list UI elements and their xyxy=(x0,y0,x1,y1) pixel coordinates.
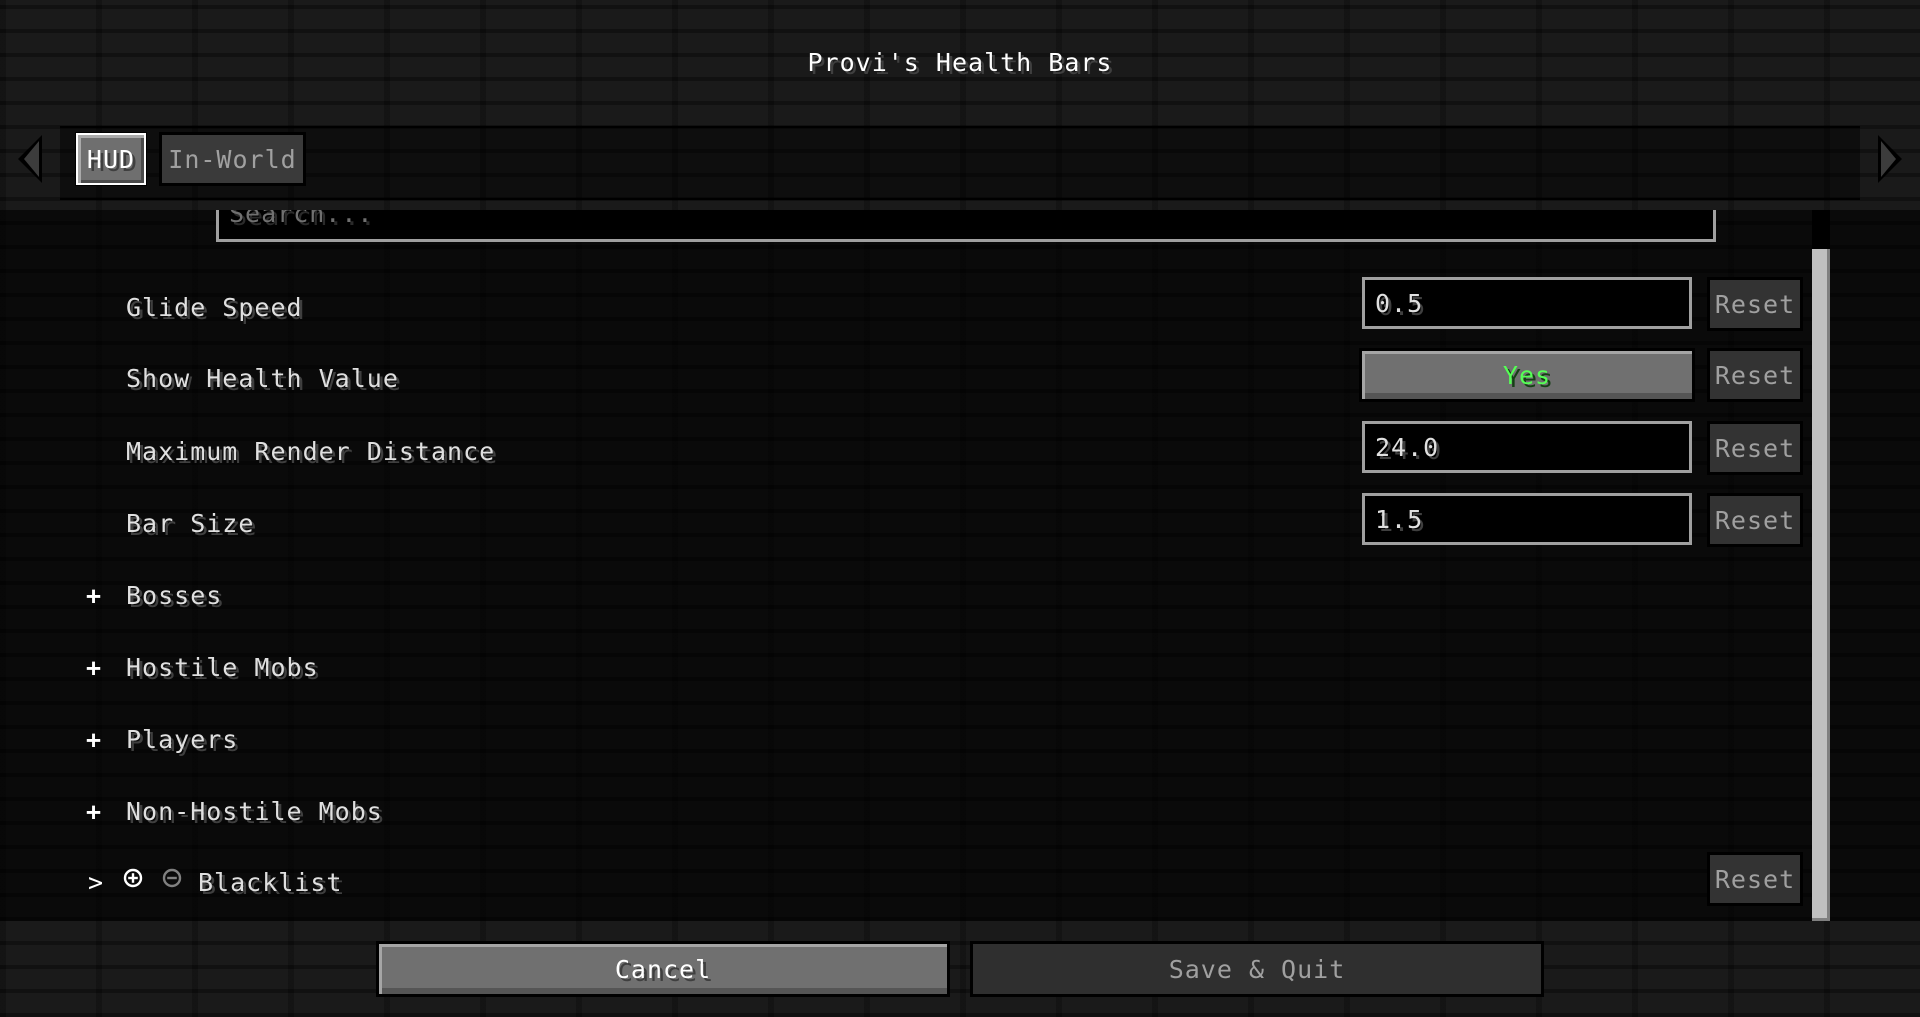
option-row-bar-size: Bar Size 1.5 Reset xyxy=(0,493,1810,553)
expand-plus-icon[interactable]: + xyxy=(86,581,102,610)
tab-in-world-label: In-World xyxy=(168,144,297,174)
remove-circle-icon[interactable] xyxy=(162,868,182,888)
field-value: 24.0 xyxy=(1375,432,1440,462)
field-value: 0.5 xyxy=(1375,288,1424,318)
expand-plus-icon[interactable]: + xyxy=(86,797,102,826)
options-list: Search... Glide Speed 0.5 Reset Show Hea… xyxy=(0,210,1920,921)
option-label: Show Health Value xyxy=(126,364,399,393)
chevron-right-icon[interactable]: > xyxy=(88,868,104,897)
search-input[interactable]: Search... xyxy=(216,210,1716,242)
scrollbar-thumb[interactable] xyxy=(1812,249,1830,921)
add-circle-icon[interactable] xyxy=(123,868,143,888)
reset-button[interactable]: Reset xyxy=(1707,277,1803,331)
category-bosses[interactable]: + Bosses xyxy=(0,565,1810,625)
reset-label: Reset xyxy=(1714,433,1796,463)
field-value: 1.5 xyxy=(1375,504,1424,534)
category-label: Bosses xyxy=(126,581,223,610)
arrow-left-icon[interactable] xyxy=(12,132,48,186)
category-label: Players xyxy=(126,725,239,754)
option-row-glide-speed: Glide Speed 0.5 Reset xyxy=(0,277,1810,337)
glide-speed-field[interactable]: 0.5 xyxy=(1362,277,1692,329)
tab-hud[interactable]: HUD xyxy=(75,132,147,186)
tab-bar xyxy=(60,126,1860,200)
search-placeholder: Search... xyxy=(229,210,374,228)
option-label: Bar Size xyxy=(126,509,255,538)
show-health-value-toggle[interactable]: Yes xyxy=(1359,348,1695,402)
reset-button[interactable]: Reset xyxy=(1707,348,1803,402)
cancel-label: Cancel xyxy=(614,954,712,984)
tab-in-world[interactable]: In-World xyxy=(159,132,306,186)
save-and-quit-label: Save & Quit xyxy=(1168,954,1346,984)
max-render-distance-field[interactable]: 24.0 xyxy=(1362,421,1692,473)
option-row-max-render-distance: Maximum Render Distance 24.0 Reset xyxy=(0,421,1810,481)
toggle-value: Yes xyxy=(1502,360,1552,390)
category-hostile-mobs[interactable]: + Hostile Mobs xyxy=(0,637,1810,697)
reset-label: Reset xyxy=(1714,505,1796,535)
tab-hud-label: HUD xyxy=(86,144,136,174)
option-label: Glide Speed xyxy=(126,293,303,322)
category-non-hostile-mobs[interactable]: + Non-Hostile Mobs xyxy=(0,781,1810,841)
option-row-show-health-value: Show Health Value Yes Reset xyxy=(0,348,1810,408)
blacklist-label[interactable]: Blacklist xyxy=(198,868,342,897)
screen-title: Provi's Health Bars xyxy=(807,48,1113,77)
expand-plus-icon[interactable]: + xyxy=(86,653,102,682)
arrow-right-icon[interactable] xyxy=(1872,132,1908,186)
blacklist-row: > Blacklist Reset xyxy=(0,852,1810,912)
reset-button[interactable]: Reset xyxy=(1707,493,1803,547)
category-players[interactable]: + Players xyxy=(0,709,1810,769)
reset-button[interactable]: Reset xyxy=(1707,852,1803,906)
cancel-button[interactable]: Cancel xyxy=(376,941,950,997)
category-label: Non-Hostile Mobs xyxy=(126,797,383,826)
save-and-quit-button[interactable]: Save & Quit xyxy=(970,941,1544,997)
reset-label: Reset xyxy=(1714,289,1796,319)
reset-label: Reset xyxy=(1714,864,1796,894)
category-label: Hostile Mobs xyxy=(126,653,319,682)
expand-plus-icon[interactable]: + xyxy=(86,725,102,754)
reset-button[interactable]: Reset xyxy=(1707,421,1803,475)
reset-label: Reset xyxy=(1714,360,1796,390)
bar-size-field[interactable]: 1.5 xyxy=(1362,493,1692,545)
option-label: Maximum Render Distance xyxy=(126,437,496,466)
